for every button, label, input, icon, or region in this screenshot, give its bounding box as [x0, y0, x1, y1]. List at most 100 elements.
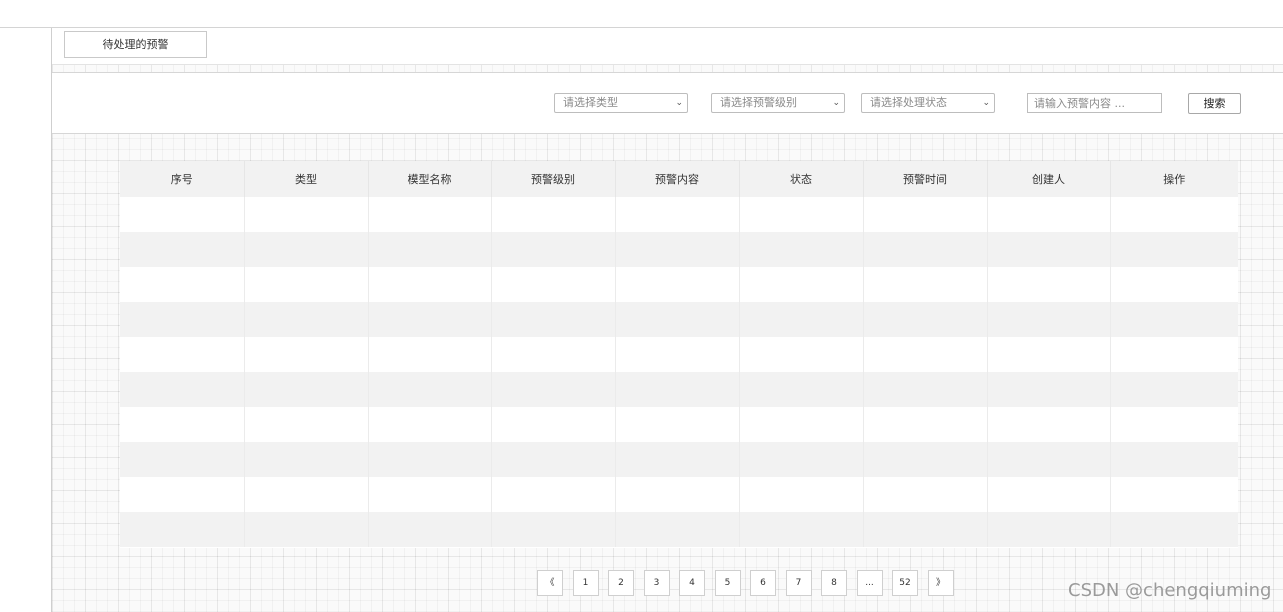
table-cell	[244, 442, 369, 477]
pagination-ellipsis[interactable]: ...	[856, 570, 883, 596]
table-cell	[244, 372, 369, 407]
chevron-down-icon: ⌄	[982, 98, 990, 108]
top-strip	[0, 0, 1283, 28]
table-cell	[120, 267, 245, 302]
table-header-row: 序号 类型 模型名称 预警级别 预警内容 状态 预警时间 创建人 操作	[120, 161, 1238, 197]
column-header-alert-level: 预警级别	[491, 161, 616, 197]
pagination-next-button[interactable]: 》	[927, 570, 954, 596]
table-cell	[120, 372, 245, 407]
table-cell	[863, 407, 988, 442]
table-cell	[120, 442, 245, 477]
pagination-page-2[interactable]: 2	[608, 570, 634, 596]
table-cell	[615, 232, 740, 267]
table-cell	[368, 442, 492, 477]
table-cell	[244, 197, 369, 232]
table-cell	[368, 337, 492, 372]
table-cell	[863, 477, 988, 512]
table-cell	[739, 302, 864, 337]
table-cell	[739, 477, 864, 512]
table-cell	[615, 337, 740, 372]
table-body	[120, 197, 1238, 547]
pagination-page-6[interactable]: 6	[750, 570, 776, 596]
table-cell	[987, 477, 1111, 512]
table-cell	[491, 302, 616, 337]
table-cell	[863, 512, 988, 547]
table-cell	[368, 512, 492, 547]
left-rail	[0, 28, 52, 612]
table-cell	[739, 407, 864, 442]
table-cell	[1110, 407, 1238, 442]
table-cell	[120, 512, 245, 547]
table-cell	[244, 302, 369, 337]
column-header-status: 状态	[739, 161, 864, 197]
pagination: 《 1 2 3 4 5 6 7 8 ... 52 》	[537, 570, 957, 596]
table-cell	[863, 302, 988, 337]
table-row	[120, 477, 1238, 512]
column-header-type: 类型	[244, 161, 369, 197]
table-cell	[491, 442, 616, 477]
table-row	[120, 232, 1238, 267]
level-select[interactable]: 请选择预警级别 ⌄	[711, 93, 845, 113]
table-cell	[987, 372, 1111, 407]
table-cell	[120, 337, 245, 372]
level-select-placeholder: 请选择预警级别	[720, 96, 797, 109]
table-cell	[120, 197, 245, 232]
pagination-page-4[interactable]: 4	[679, 570, 705, 596]
table-cell	[739, 337, 864, 372]
table-cell	[244, 337, 369, 372]
table-cell	[987, 302, 1111, 337]
table-cell	[120, 232, 245, 267]
pagination-page-8[interactable]: 8	[821, 570, 847, 596]
table-cell	[1110, 442, 1238, 477]
column-header-actions: 操作	[1110, 161, 1238, 197]
chevron-down-icon: ⌄	[675, 98, 683, 108]
table-cell	[491, 372, 616, 407]
pagination-page-3[interactable]: 3	[643, 570, 670, 596]
main-content: 待处理的预警 请选择类型 ⌄ 请选择预警级别 ⌄ 请选择处理状态 ⌄ 搜索 序	[52, 28, 1283, 612]
table-cell	[491, 267, 616, 302]
table-cell	[615, 512, 740, 547]
table-cell	[368, 197, 492, 232]
table-cell	[1110, 197, 1238, 232]
alert-content-input[interactable]	[1027, 93, 1162, 113]
table-cell	[615, 302, 740, 337]
table-cell	[491, 512, 616, 547]
table-cell	[491, 197, 616, 232]
table-cell	[739, 232, 864, 267]
pagination-page-1[interactable]: 1	[572, 570, 599, 596]
table-cell	[863, 337, 988, 372]
type-select[interactable]: 请选择类型 ⌄	[554, 93, 688, 113]
chevron-down-icon: ⌄	[832, 98, 840, 108]
table-cell	[368, 477, 492, 512]
pagination-page-7[interactable]: 7	[785, 570, 812, 596]
table-cell	[1110, 512, 1238, 547]
column-header-index: 序号	[120, 161, 245, 197]
table-cell	[244, 267, 369, 302]
table-cell	[739, 267, 864, 302]
table-cell	[739, 442, 864, 477]
table-cell	[368, 232, 492, 267]
table-cell	[491, 477, 616, 512]
table-cell	[1110, 372, 1238, 407]
table-cell	[987, 442, 1111, 477]
table-row	[120, 407, 1238, 442]
alerts-grid: 序号 类型 模型名称 预警级别 预警内容 状态 预警时间 创建人 操作	[120, 161, 1238, 547]
search-button[interactable]: 搜索	[1188, 93, 1241, 114]
table-cell	[244, 512, 369, 547]
table-row	[120, 197, 1238, 232]
table-cell	[368, 407, 492, 442]
table-cell	[739, 512, 864, 547]
table-cell	[120, 302, 245, 337]
table-cell	[1110, 477, 1238, 512]
table-cell	[863, 372, 988, 407]
table-cell	[987, 232, 1111, 267]
pagination-page-52[interactable]: 52	[892, 570, 918, 596]
table-cell	[987, 512, 1111, 547]
alerts-table: 序号 类型 模型名称 预警级别 预警内容 状态 预警时间 创建人 操作	[120, 161, 1238, 548]
table-cell	[244, 477, 369, 512]
pagination-prev-button[interactable]: 《	[537, 570, 563, 596]
table-cell	[491, 407, 616, 442]
pagination-page-5[interactable]: 5	[714, 570, 741, 596]
tab-pending-alerts[interactable]: 待处理的预警	[64, 31, 207, 58]
status-select[interactable]: 请选择处理状态 ⌄	[861, 93, 995, 113]
